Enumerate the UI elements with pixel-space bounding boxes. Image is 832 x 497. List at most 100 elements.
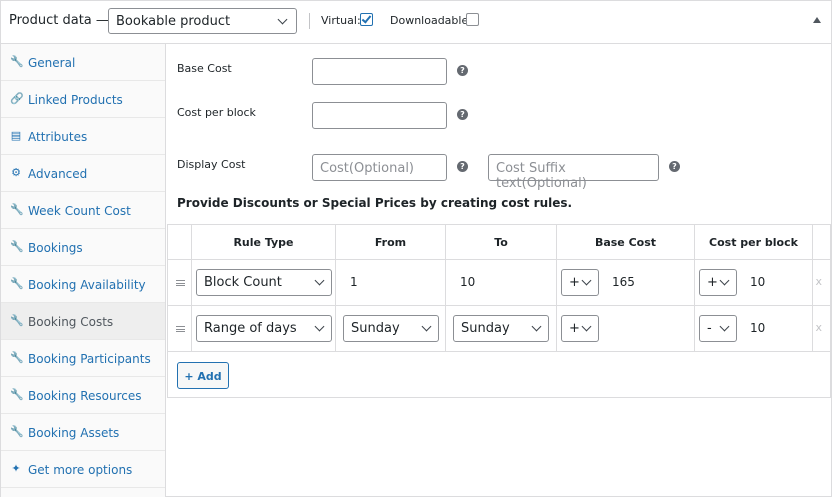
column-header-base-cost: Base Cost (557, 225, 695, 260)
to-cell: Sunday (446, 306, 557, 351)
cost-per-block-label: Cost per block (177, 106, 256, 119)
downloadable-checkbox[interactable] (466, 13, 479, 26)
chevron-down-icon (314, 321, 325, 332)
base-cost-input[interactable] (312, 58, 447, 85)
column-header-rule-type: Rule Type (192, 225, 336, 260)
select-value: Sunday (351, 321, 400, 336)
tab-booking-costs[interactable]: 🔧 Booking Costs (1, 303, 165, 340)
list-icon: ▤ (10, 129, 22, 142)
block-cost-operator-select[interactable]: - (699, 315, 737, 342)
select-value: Block Count (204, 275, 282, 290)
checkmark-icon (361, 13, 372, 24)
virtual-checkbox[interactable] (360, 13, 373, 26)
from-value: 1 (350, 275, 358, 289)
help-icon: ? (457, 65, 468, 76)
help-icon: ? (457, 109, 468, 120)
base-cost-cell: + 165 (557, 260, 695, 305)
chevron-down-icon (719, 321, 730, 332)
tab-label: Booking Resources (28, 389, 142, 403)
collapse-toggle-icon[interactable] (813, 17, 821, 23)
gear-icon: ⚙ (11, 166, 21, 179)
add-rule-button[interactable]: + Add (177, 362, 229, 389)
rule-type-cell: Block Count (192, 260, 336, 305)
delete-row-icon[interactable]: x (815, 321, 822, 334)
tab-booking-participants[interactable]: 🔧 Booking Participants (1, 340, 165, 377)
link-icon: 🔗 (10, 92, 24, 105)
cost-per-block-input[interactable] (312, 102, 447, 129)
tab-bookings[interactable]: 🔧 Bookings (1, 229, 165, 266)
chevron-down-icon (421, 321, 432, 332)
header-divider (309, 13, 310, 29)
rule-type-select[interactable]: Block Count (196, 269, 332, 296)
display-cost-input[interactable]: Cost(Optional) (312, 154, 447, 181)
cost-rules-heading: Provide Discounts or Special Prices by c… (177, 196, 573, 210)
block-cost-operator-select[interactable]: + (699, 269, 737, 296)
select-value: + (569, 275, 580, 290)
to-day-select[interactable]: Sunday (453, 315, 549, 342)
tab-label: Week Count Cost (28, 204, 131, 218)
tab-label: Booking Participants (28, 352, 151, 366)
chevron-down-icon (719, 275, 730, 286)
select-value: + (569, 321, 580, 336)
wrench-icon: 🔧 (10, 314, 24, 327)
from-cell: Sunday (336, 306, 446, 351)
tab-general[interactable]: 🔧 General (1, 44, 165, 81)
wrench-icon: 🔧 (10, 351, 24, 364)
delete-column-header (813, 225, 830, 260)
drag-handle-icon[interactable] (176, 326, 185, 332)
block-cost-value[interactable]: 10 (750, 275, 765, 289)
tab-label: Linked Products (28, 93, 123, 107)
chevron-down-icon (581, 275, 592, 286)
tab-booking-resources[interactable]: 🔧 Booking Resources (1, 377, 165, 414)
block-cost-value[interactable]: 10 (750, 321, 765, 335)
to-value: 10 (460, 275, 476, 289)
tab-label: Bookings (28, 241, 83, 255)
select-value: - (707, 321, 712, 336)
tab-label: Booking Costs (28, 315, 114, 329)
rule-type-select[interactable]: Range of days (196, 315, 332, 342)
base-cost-operator-select[interactable]: + (561, 315, 599, 342)
cost-per-block-cell: - 10 (695, 306, 813, 351)
base-cost-cell: + (557, 306, 695, 351)
column-header-to: To (446, 225, 557, 260)
product-data-tabs: 🔧 General 🔗 Linked Products ▤ Attributes… (1, 44, 166, 497)
help-icon: ? (457, 161, 468, 172)
base-cost-operator-select[interactable]: + (561, 269, 599, 296)
base-cost-value[interactable]: 165 (612, 275, 635, 289)
delete-row-icon[interactable]: x (815, 275, 822, 288)
tab-linked-products[interactable]: 🔗 Linked Products (1, 81, 165, 118)
tab-booking-availability[interactable]: 🔧 Booking Availability (1, 266, 165, 303)
to-cell[interactable]: 10 (446, 260, 557, 305)
wrench-icon: 🔧 (10, 425, 24, 438)
tab-advanced[interactable]: ⚙ Advanced (1, 155, 165, 192)
base-cost-label: Base Cost (177, 62, 232, 75)
chevron-down-icon (531, 321, 542, 332)
tab-label: Get more options (28, 463, 133, 477)
tab-label: Attributes (28, 130, 88, 144)
wrench-icon: 🔧 (10, 388, 24, 401)
tab-week-count-cost[interactable]: 🔧 Week Count Cost (1, 192, 165, 229)
cost-per-block-cell: + 10 (695, 260, 813, 305)
drag-cell (168, 306, 192, 351)
table-row: Range of days Sunday Sunday + - 10 x (168, 306, 830, 352)
cost-rules-table: Rule Type From To Base Cost Cost per blo… (167, 224, 831, 398)
tab-booking-assets[interactable]: 🔧 Booking Assets (1, 414, 165, 451)
tab-label: Booking Availability (28, 278, 146, 292)
tab-label: Advanced (28, 167, 88, 181)
product-data-panel: Product data — Bookable product Virtual:… (0, 0, 832, 497)
chevron-down-icon (314, 275, 325, 286)
tab-label: General (28, 56, 76, 70)
help-icon: ? (669, 161, 680, 172)
tab-get-more-options[interactable]: ✦ Get more options (1, 451, 165, 488)
product-type-value: Bookable product (116, 14, 231, 29)
tab-attributes[interactable]: ▤ Attributes (1, 118, 165, 155)
from-day-select[interactable]: Sunday (343, 315, 439, 342)
select-value: Sunday (461, 321, 510, 336)
product-type-select[interactable]: Bookable product (108, 8, 297, 34)
sort-column-header (168, 225, 192, 260)
star-wrench-icon: ✦ (11, 462, 21, 475)
drag-handle-icon[interactable] (176, 280, 185, 286)
display-cost-label: Display Cost (177, 158, 246, 171)
cost-suffix-input[interactable]: Cost Suffix text(Optional) (488, 154, 659, 191)
from-cell[interactable]: 1 (336, 260, 446, 305)
